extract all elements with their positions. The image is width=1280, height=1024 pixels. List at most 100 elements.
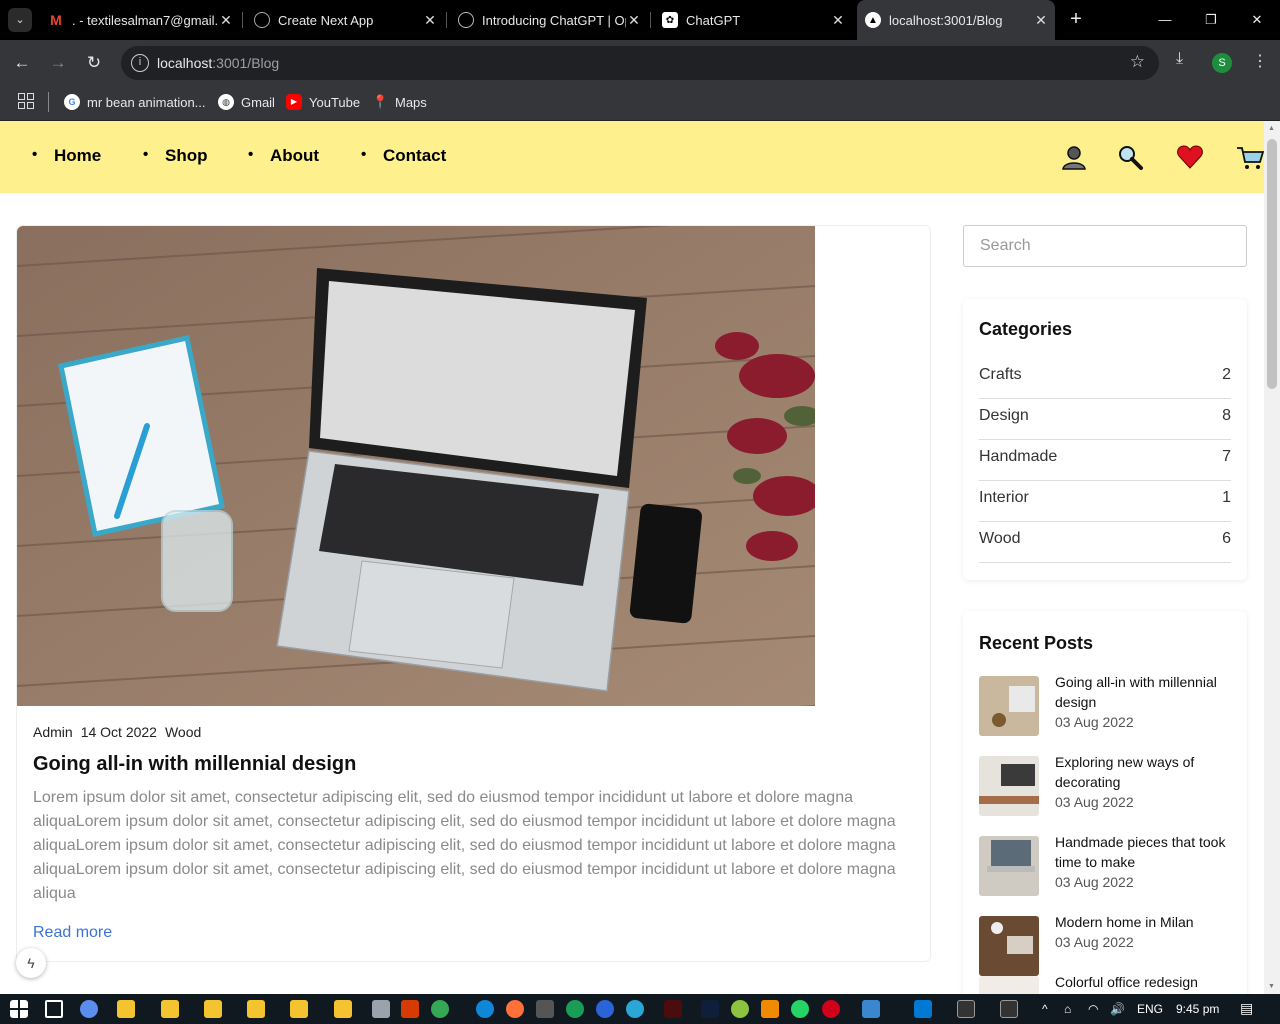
nav-about[interactable]: About (248, 146, 319, 166)
reload-button[interactable]: ↻ (83, 52, 105, 74)
close-tab-icon[interactable]: ✕ (626, 12, 642, 29)
firefox-icon[interactable] (506, 1000, 524, 1018)
bookmark-star-icon[interactable]: ☆ (1130, 52, 1145, 72)
new-tab-button[interactable]: + (1066, 8, 1086, 32)
scroll-down-arrow-icon[interactable]: ▼ (1268, 983, 1275, 990)
recent-post-title[interactable]: Exploring new ways of decorating (1055, 752, 1231, 792)
bookmark-youtube[interactable]: ▶ YouTube (286, 92, 360, 112)
recent-post-title[interactable]: Going all-in with millennial design (1055, 672, 1231, 712)
tab-gmail[interactable]: M . - textilesalman7@gmail.com ✕ (40, 6, 240, 34)
edge-icon[interactable] (476, 1000, 494, 1018)
recent-post-title[interactable]: Handmade pieces that took time to make (1055, 832, 1231, 872)
address-bar[interactable]: i localhost:3001/Blog ☆ (121, 46, 1159, 80)
scrollbar-thumb[interactable] (1267, 139, 1277, 389)
recent-post-title[interactable]: Colorful office redesign (1055, 972, 1231, 992)
recent-post-thumbnail[interactable] (979, 976, 1039, 994)
tab-chatgpt[interactable]: ✿ ChatGPT ✕ (654, 6, 852, 34)
app-icon[interactable] (626, 1000, 644, 1018)
cart-icon[interactable] (1236, 143, 1264, 171)
back-button[interactable]: ← (11, 52, 33, 74)
whatsapp-icon[interactable] (791, 1000, 809, 1018)
language-indicator[interactable]: ENG (1137, 1002, 1163, 1016)
media-icon[interactable] (536, 1000, 554, 1018)
nav-home[interactable]: Home (32, 146, 101, 166)
recent-post-item[interactable]: Handmade pieces that took time to make 0… (979, 832, 1231, 902)
user-icon[interactable] (1060, 143, 1088, 171)
close-tab-icon[interactable]: ✕ (218, 12, 234, 29)
bookmark-mr-bean[interactable]: G mr bean animation... (64, 92, 206, 112)
vscode-icon[interactable] (914, 1000, 932, 1018)
heart-icon[interactable] (1176, 143, 1204, 171)
recent-post-thumbnail[interactable] (979, 676, 1039, 736)
recent-post-thumbnail[interactable] (979, 836, 1039, 896)
file-explorer-icon[interactable] (290, 1000, 308, 1018)
category-row[interactable]: Wood 6 (979, 522, 1231, 563)
minimize-button[interactable]: — (1150, 8, 1180, 32)
calculator-icon[interactable] (372, 1000, 390, 1018)
category-row[interactable]: Crafts 2 (979, 358, 1231, 399)
opera-icon[interactable] (822, 1000, 840, 1018)
copilot-icon[interactable] (80, 1000, 98, 1018)
close-tab-icon[interactable]: ✕ (1033, 12, 1049, 29)
category-row[interactable]: Handmade 7 (979, 440, 1231, 481)
app-icon[interactable] (862, 1000, 880, 1018)
volume-icon[interactable]: 🔊 (1110, 1002, 1125, 1016)
apps-grid-icon[interactable] (18, 93, 34, 109)
file-explorer-icon[interactable] (247, 1000, 265, 1018)
illustrator-icon[interactable] (664, 1000, 682, 1018)
nextjs-dev-indicator-button[interactable]: ϟ (16, 948, 46, 978)
recent-post-thumbnail[interactable] (979, 756, 1039, 816)
category-row[interactable]: Interior 1 (979, 481, 1231, 522)
close-tab-icon[interactable]: ✕ (830, 12, 846, 29)
recent-post-item[interactable]: Exploring new ways of decorating 03 Aug … (979, 752, 1231, 822)
nav-contact[interactable]: Contact (361, 146, 446, 166)
close-window-button[interactable]: ✕ (1242, 8, 1272, 32)
chrome-icon[interactable] (431, 1000, 449, 1018)
sidebar-search-input[interactable] (963, 225, 1247, 267)
forward-button[interactable]: → (47, 52, 69, 74)
file-explorer-icon[interactable] (161, 1000, 179, 1018)
post-category[interactable]: Wood (165, 724, 201, 740)
page-scrollbar[interactable]: ▲ ▼ (1264, 121, 1280, 994)
file-explorer-icon[interactable] (204, 1000, 222, 1018)
windows-start-icon[interactable] (10, 1000, 28, 1018)
file-explorer-icon[interactable] (117, 1000, 135, 1018)
post-image[interactable] (17, 226, 815, 706)
tab-introducing-chatgpt[interactable]: Introducing ChatGPT | OpenAI ✕ (450, 6, 648, 34)
terminal-icon[interactable] (957, 1000, 975, 1018)
recent-post-thumbnail[interactable] (979, 916, 1039, 976)
notifications-icon[interactable]: ▤ (1240, 1000, 1253, 1017)
recent-post-item[interactable]: Going all-in with millennial design 03 A… (979, 672, 1231, 742)
tab-create-next-app[interactable]: Create Next App ✕ (246, 6, 444, 34)
recent-post-item[interactable]: Colorful office redesign (979, 972, 1231, 994)
app-icon[interactable] (566, 1000, 584, 1018)
tray-network-icon[interactable]: ⌂ (1064, 1002, 1071, 1016)
close-tab-icon[interactable]: ✕ (422, 12, 438, 29)
store-icon[interactable] (401, 1000, 419, 1018)
browser-menu-icon[interactable]: ⋮ (1252, 51, 1268, 71)
wifi-icon[interactable]: ◠ (1088, 1002, 1098, 1016)
nav-shop[interactable]: Shop (143, 146, 207, 166)
clock[interactable]: 9:45 pm (1176, 1002, 1219, 1016)
search-icon[interactable] (1116, 143, 1144, 171)
file-explorer-icon[interactable] (334, 1000, 352, 1018)
tray-overflow-icon[interactable]: ^ (1042, 1002, 1048, 1016)
restore-button[interactable]: ❐ (1196, 8, 1226, 32)
app-icon[interactable] (596, 1000, 614, 1018)
category-row[interactable]: Design 8 (979, 399, 1231, 440)
read-more-link[interactable]: Read more (33, 924, 112, 942)
post-title[interactable]: Going all-in with millennial design (33, 753, 356, 776)
recent-post-title[interactable]: Modern home in Milan (1055, 912, 1231, 932)
task-view-icon[interactable] (45, 1000, 63, 1018)
app-icon[interactable] (731, 1000, 749, 1018)
bookmark-maps[interactable]: 📍 Maps (372, 92, 427, 112)
profile-avatar[interactable]: S (1212, 53, 1232, 73)
download-icon[interactable]: ⤓ (1176, 50, 1183, 68)
bookmark-gmail[interactable]: ◍ Gmail (218, 92, 275, 112)
terminal-icon[interactable] (1000, 1000, 1018, 1018)
site-info-icon[interactable]: i (131, 54, 149, 72)
tab-search-button[interactable]: ⌄ (8, 8, 32, 32)
photoshop-icon[interactable] (701, 1000, 719, 1018)
scroll-up-arrow-icon[interactable]: ▲ (1268, 125, 1275, 132)
vlc-icon[interactable] (761, 1000, 779, 1018)
